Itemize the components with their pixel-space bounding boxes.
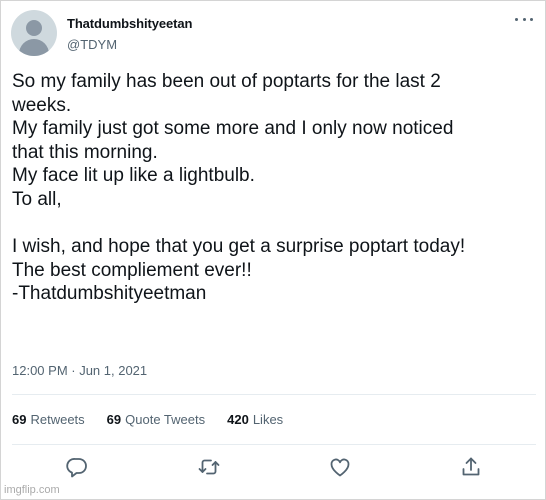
divider (12, 394, 536, 395)
tweet-text-line: To all, (12, 188, 62, 210)
avatar[interactable] (11, 10, 57, 56)
tweet-text-line (12, 212, 540, 236)
likes-stat[interactable]: 420 Likes (227, 412, 283, 427)
likes-label: Likes (252, 412, 284, 427)
retweets-label: Retweets (30, 412, 85, 427)
quote-tweets-label: Quote Tweets (125, 412, 206, 427)
retweet-icon[interactable] (197, 455, 221, 479)
tweet-text-line: The best compliement ever!! (12, 259, 252, 281)
tweet-text-line: My face lit up like a lightbulb. (12, 165, 255, 187)
tweet-text-line: So my family has been out of poptarts fo… (12, 71, 441, 92)
tweet-text-line: weeks. (12, 94, 72, 116)
more-dot (530, 17, 533, 21)
retweets-stat[interactable]: 69 Retweets (12, 412, 85, 427)
more-dot (522, 17, 526, 21)
avatar-body-shape (19, 39, 49, 56)
tweet-text: So my family has been out of poptarts fo… (12, 70, 540, 306)
more-dot (515, 17, 518, 21)
like-icon[interactable] (328, 455, 352, 479)
tweet-timestamp[interactable]: 12:00 PM · Jun 1, 2021 (12, 363, 147, 378)
user-handle[interactable]: @TDYM (67, 37, 117, 52)
likes-count: 420 (227, 412, 249, 427)
avatar-head-shape (26, 20, 42, 36)
share-icon[interactable] (459, 455, 483, 479)
reply-icon[interactable] (65, 455, 89, 479)
tweet-text-line: -Thatdumbshityeetman (12, 283, 207, 305)
action-bar (1, 449, 546, 485)
imgflip-watermark: imgflip.com (4, 484, 60, 496)
tweet-text-line: My family just got some more and I only … (12, 118, 454, 140)
retweets-count: 69 (12, 412, 27, 427)
quote-tweets-count: 69 (106, 412, 122, 427)
tweet-text-line: that this morning. (12, 141, 158, 163)
tweet-text-line: I wish, and hope that you get a surprise… (12, 236, 466, 258)
quote-tweets-stat[interactable]: 69 Quote Tweets (107, 412, 205, 427)
divider (12, 444, 536, 445)
tweet-card: Thatdumbshityeetan @TDYM So my family ha… (0, 0, 546, 500)
engagement-stats: 69 Retweets 69 Quote Tweets 420 Likes (12, 412, 305, 427)
more-options-icon[interactable] (515, 13, 533, 25)
display-name[interactable]: Thatdumbshityeetan (67, 16, 192, 31)
